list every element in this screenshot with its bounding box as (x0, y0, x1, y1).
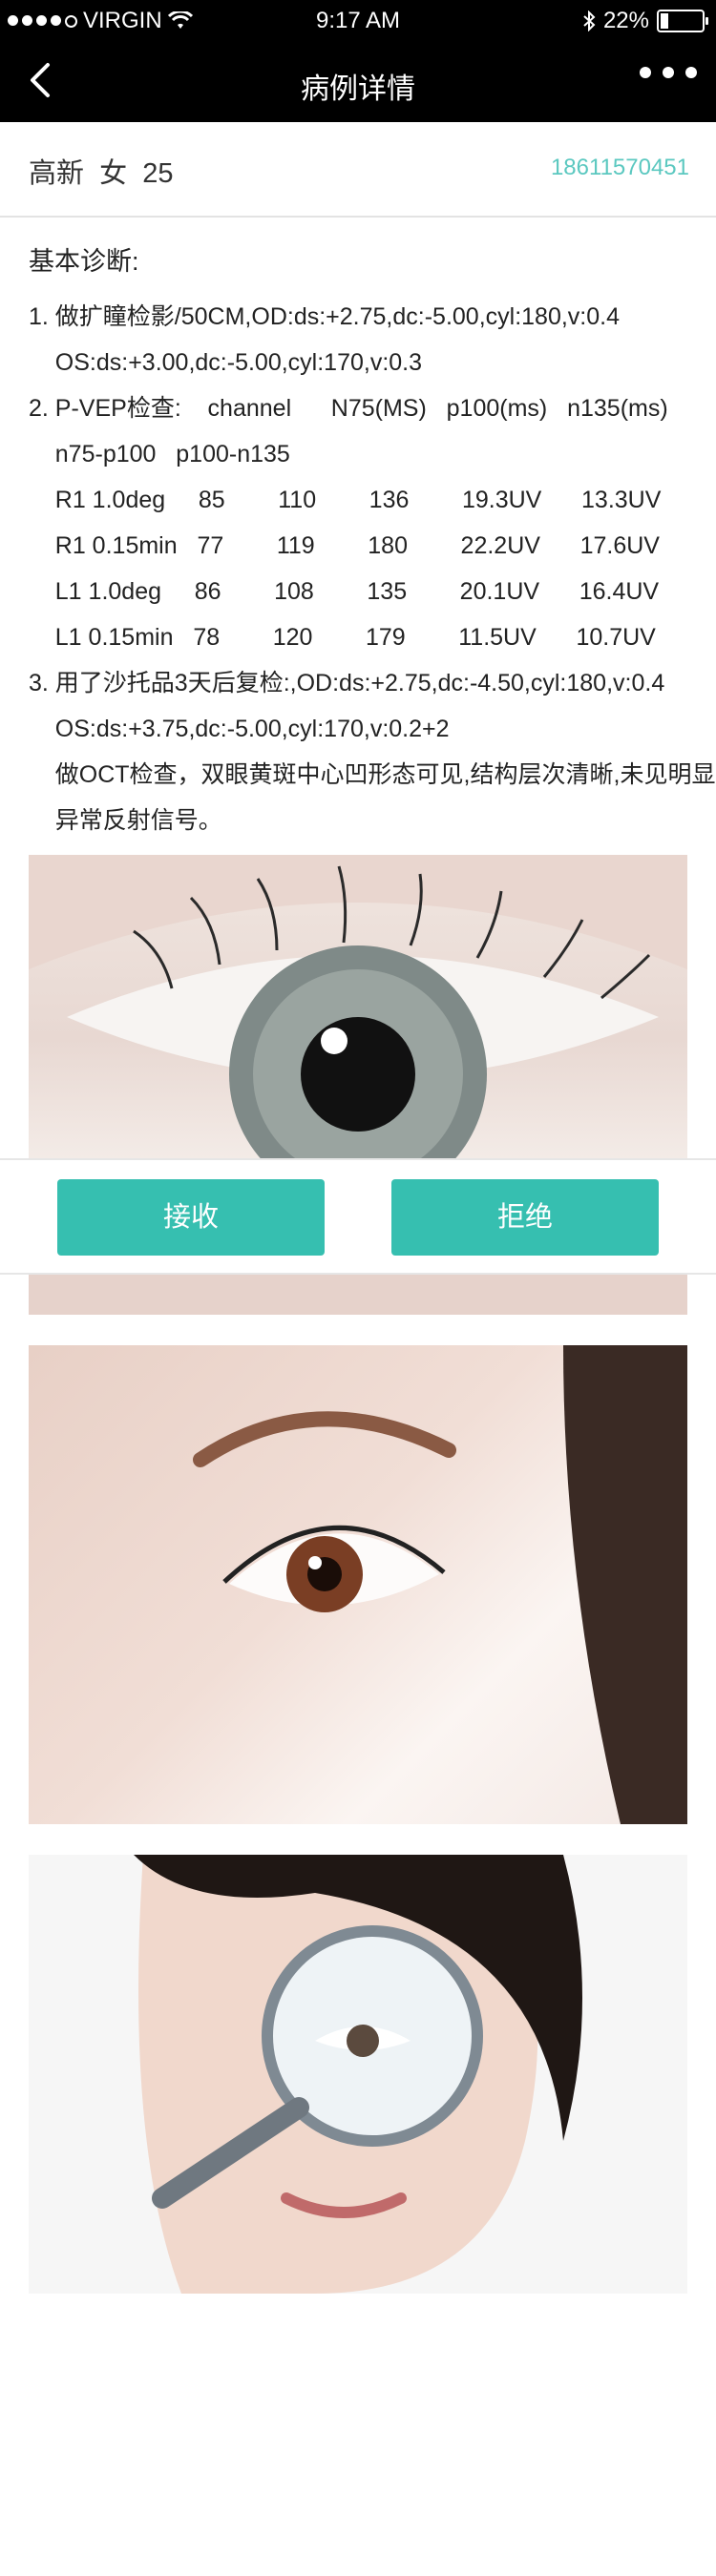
more-dots-icon[interactable] (640, 67, 697, 78)
diagnosis-section: 基本诊断: 1. 做扩瞳检影/50CM,OD:ds:+2.75,dc:-5.00… (29, 239, 716, 843)
diagnosis-line: OS:ds:+3.00,dc:-5.00,cyl:170,v:0.3 (29, 349, 423, 376)
diagnosis-line: 2. P-VEP检查: channel N75(MS) p100(ms) n13… (29, 395, 668, 422)
magnifier-illustration (29, 1855, 687, 2294)
diagnosis-line: n75-p100 p100-n135 (29, 441, 290, 467)
diagnosis-line: 做OCT检查，双眼黄斑中心凹形态可见,结构层次清晰,未见明显 (29, 761, 716, 788)
nav-bar: 病例详情 (0, 42, 716, 122)
diagnosis-line: 1. 做扩瞳检影/50CM,OD:ds:+2.75,dc:-5.00,cyl:1… (29, 303, 621, 330)
battery-percent: 22% (602, 8, 649, 33)
patient-age: 25 (142, 158, 174, 189)
status-bar: VIRGIN 9:17 AM 22% (0, 0, 716, 42)
accept-button[interactable]: 接收 (57, 1179, 325, 1256)
page-title: 病例详情 (301, 73, 415, 105)
diagnosis-line: 异常反射信号。 (29, 807, 222, 834)
diagnosis-line: 3. 用了沙托品3天后复检:,OD:ds:+2.75,dc:-4.50,cyl:… (29, 670, 665, 696)
patient-gender: 女 (99, 158, 128, 189)
status-right: 22% (582, 8, 708, 34)
eye-photo-magnifier[interactable] (29, 1855, 687, 2294)
woman-eye-illustration (193, 1345, 687, 1824)
battery-icon (657, 10, 708, 32)
action-bar: 接收 拒绝 (0, 1158, 716, 1275)
diagnosis-line: R1 0.15min 77 119 180 22.2UV 17.6UV (29, 532, 660, 559)
diagnosis-heading: 基本诊断: (29, 247, 139, 276)
diagnosis-line: L1 0.15min 78 120 179 11.5UV 10.7UV (29, 624, 656, 651)
diagnosis-line: R1 1.0deg 85 110 136 19.3UV 13.3UV (29, 487, 662, 513)
top-bar: VIRGIN 9:17 AM 22% 病例详情 (0, 0, 716, 122)
reject-button[interactable]: 拒绝 (391, 1179, 659, 1256)
patient-phone-link[interactable]: 18611570451 (551, 155, 689, 181)
diagnosis-line: OS:ds:+3.75,dc:-5.00,cyl:170,v:0.2+2 (29, 716, 450, 742)
diagnosis-line: L1 1.0deg 86 108 135 20.1UV 16.4UV (29, 578, 660, 605)
eye-photo-woman[interactable] (29, 1345, 687, 1824)
patient-info: 高新 女 25 (29, 151, 174, 191)
patient-header: 高新 女 25 18611570451 (0, 122, 716, 218)
patient-name: 高新 (29, 158, 85, 189)
bluetooth-icon (583, 10, 596, 31)
